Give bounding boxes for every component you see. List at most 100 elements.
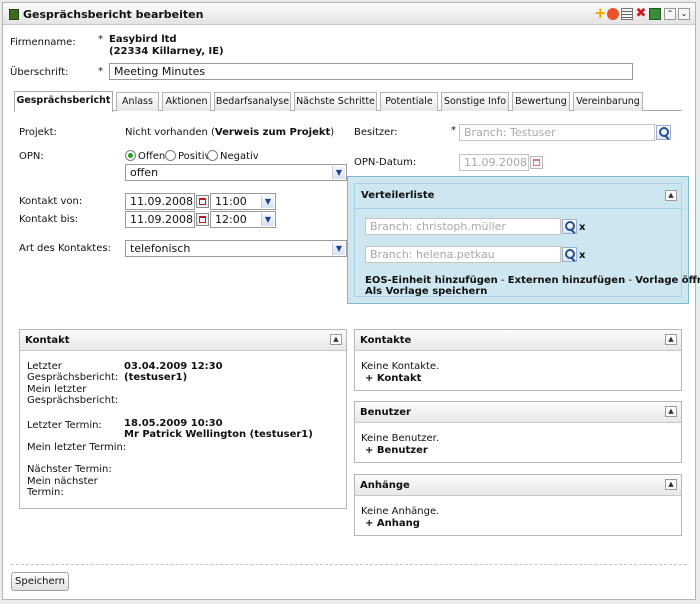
- chevron-down-icon: ▼: [261, 195, 274, 208]
- projekt-status: Nicht vorhanden (: [125, 127, 215, 138]
- benutzer-empty: Keine Benutzer.: [361, 433, 440, 444]
- kontakt-panel: Kontakt ▲ Letzter Gesprächsbericht: 03.0…: [19, 329, 347, 509]
- letzter-label-1: Letzter: [27, 361, 62, 372]
- ueberschrift-input[interactable]: Meeting Minutes: [109, 63, 633, 80]
- kontakt-bis-date-input[interactable]: 11.09.2008: [125, 211, 195, 228]
- search-icon[interactable]: [562, 219, 577, 234]
- required-marker: *: [451, 125, 456, 136]
- required-marker: *: [98, 34, 103, 45]
- kontakte-panel-header: Kontakte ▲: [355, 330, 681, 351]
- opn-select[interactable]: offen ▼: [125, 164, 347, 181]
- add-icon[interactable]: +: [594, 6, 607, 21]
- collapse-icon[interactable]: ▲: [665, 334, 677, 345]
- kontakt-bis-time-select[interactable]: 12:00 ▼: [210, 211, 276, 228]
- eos-hinzufuegen-link[interactable]: EOS-Einheit hinzufügen: [365, 275, 498, 286]
- collapse-icon[interactable]: ▲: [665, 190, 677, 201]
- als-vorlage-speichern-link[interactable]: Als Vorlage speichern: [365, 286, 487, 297]
- tab-bewertung[interactable]: Bewertung: [512, 92, 570, 111]
- delete-icon[interactable]: ✖: [635, 7, 647, 20]
- opn-radio-offen[interactable]: [125, 150, 136, 161]
- verteiler-entry-2[interactable]: Branch: helena.petkau: [365, 246, 561, 263]
- add-benutzer-link[interactable]: + Benutzer: [365, 445, 428, 456]
- ueberschrift-label: Überschrift:: [10, 67, 69, 78]
- benutzer-panel-title: Benutzer: [360, 407, 411, 418]
- kontakt-bis-time-value: 12:00: [215, 213, 247, 226]
- anhaenge-panel: Anhänge ▲ Keine Anhänge. + Anhang: [354, 474, 682, 536]
- kontakt-von-time-select[interactable]: 11:00 ▼: [210, 193, 276, 210]
- flag-icon[interactable]: [607, 8, 619, 20]
- opn-radio-offen-label: Offen: [138, 151, 166, 162]
- search-icon[interactable]: [656, 125, 671, 140]
- verteiler-entry-1[interactable]: Branch: christoph.müller: [365, 218, 561, 235]
- besitzer-label: Besitzer:: [354, 127, 398, 138]
- firmenname-label: Firmenname:: [10, 37, 76, 48]
- separator: -: [500, 275, 505, 286]
- letzter-termin-date: 18.05.2009 10:30: [124, 418, 223, 429]
- calendar-icon[interactable]: [530, 156, 543, 169]
- anhaenge-empty: Keine Anhänge.: [361, 506, 440, 517]
- letzter-date: 03.04.2009 12:30: [124, 361, 223, 372]
- kontakt-von-label: Kontakt von:: [19, 196, 83, 207]
- kontakte-panel: Kontakte ▲ Keine Kontakte. + Kontakt: [354, 329, 682, 391]
- kontakt-panel-title: Kontakt: [25, 335, 70, 346]
- opn-datum-input[interactable]: 11.09.2008: [459, 154, 529, 171]
- chevron-down-icon: ▼: [261, 213, 274, 226]
- tab-potentiale[interactable]: Potentiale: [380, 92, 438, 111]
- art-kontakt-label: Art des Kontaktes:: [19, 243, 111, 254]
- edit-window: Gesprächsbericht bearbeiten + ✖ ⌃ ⌄ Firm…: [2, 2, 700, 600]
- kontakt-panel-header: Kontakt ▲: [20, 330, 346, 351]
- separator: -: [628, 275, 632, 286]
- mein-letzter-label-2: Gesprächsbericht:: [27, 395, 119, 406]
- export-icon[interactable]: [649, 8, 661, 20]
- kontakt-von-date-input[interactable]: 11.09.2008: [125, 193, 195, 210]
- tab-sonstige-info[interactable]: Sonstige Info: [441, 92, 509, 111]
- opn-select-value: offen: [130, 166, 159, 179]
- letzter-termin-label: Letzter Termin:: [27, 420, 102, 431]
- required-marker: *: [98, 66, 103, 77]
- add-anhang-link[interactable]: + Anhang: [365, 518, 420, 529]
- opn-radio-positiv[interactable]: [165, 150, 176, 161]
- letzter-user: (testuser1): [124, 372, 188, 383]
- calendar-icon[interactable]: [196, 213, 209, 226]
- vorlage-oeffnen-link[interactable]: Vorlage öffnen: [635, 275, 700, 286]
- remove-entry-2-icon[interactable]: x: [579, 250, 585, 261]
- company-name: Easybird ltd: [109, 34, 177, 45]
- tab-vereinbarung[interactable]: Vereinbarung: [573, 92, 643, 111]
- tab-aktionen[interactable]: Aktionen: [162, 92, 211, 111]
- collapse-icon[interactable]: ▲: [330, 334, 342, 345]
- projekt-label: Projekt:: [19, 127, 57, 138]
- besitzer-input[interactable]: Branch: Testuser: [459, 124, 655, 141]
- verteilerliste-panel: Verteilerliste ▲ Branch: christoph.mülle…: [347, 176, 700, 304]
- remove-entry-1-icon[interactable]: x: [579, 222, 585, 233]
- search-icon[interactable]: [562, 247, 577, 262]
- opn-radio-negativ[interactable]: [207, 150, 218, 161]
- tab-bedarfsanalyse[interactable]: Bedarfsanalyse: [214, 92, 291, 111]
- mein-naechster-label-1: Mein nächster: [27, 476, 98, 487]
- add-kontakt-link[interactable]: + Kontakt: [365, 373, 421, 384]
- mein-letzter-termin-label: Mein letzter Termin:: [27, 442, 127, 453]
- tab-naechste-schritte[interactable]: Nächste Schritte: [294, 92, 377, 111]
- chevron-down-icon: ▼: [332, 166, 345, 179]
- calendar-icon[interactable]: [196, 195, 209, 208]
- mein-letzter-label-1: Mein letzter: [27, 384, 87, 395]
- externen-hinzufuegen-link[interactable]: Externen hinzufügen: [508, 275, 625, 286]
- collapse-icon[interactable]: ⌃: [664, 8, 676, 20]
- art-kontakt-select[interactable]: telefonisch ▼: [125, 240, 347, 257]
- list-icon[interactable]: [621, 8, 633, 20]
- projekt-close: ): [330, 127, 335, 138]
- report-icon: [9, 9, 19, 20]
- opn-radio-positiv-label: Positiv: [178, 151, 211, 162]
- projekt-value: Nicht vorhanden (Verweis zum Projekt): [125, 127, 334, 138]
- collapse-icon[interactable]: ▲: [665, 479, 677, 490]
- tab-gespraechsbericht[interactable]: Gesprächsbericht: [14, 91, 113, 112]
- collapse-icon[interactable]: ▲: [665, 406, 677, 417]
- tab-anlass[interactable]: Anlass: [116, 92, 159, 111]
- art-kontakt-value: telefonisch: [130, 242, 191, 255]
- save-button[interactable]: Speichern: [11, 572, 69, 591]
- projekt-link[interactable]: Verweis zum Projekt: [215, 127, 330, 138]
- kontakte-panel-title: Kontakte: [360, 335, 412, 346]
- mein-naechster-label-2: Termin:: [27, 487, 64, 498]
- letzter-label-2: Gesprächsbericht:: [27, 372, 119, 383]
- company-address: (22334 Killarney, IE): [109, 46, 224, 57]
- expand-icon[interactable]: ⌄: [678, 8, 690, 20]
